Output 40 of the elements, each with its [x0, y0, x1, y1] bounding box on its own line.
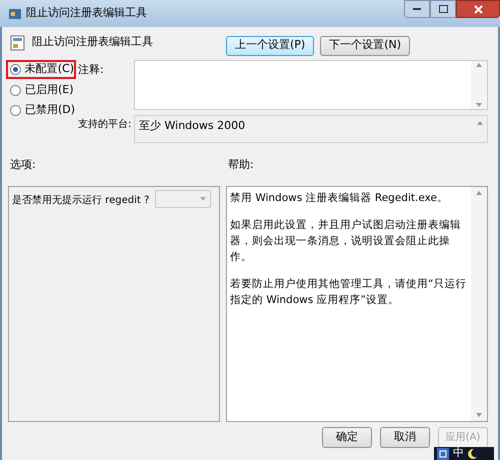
input-method-bar[interactable]: 中 [434, 447, 494, 460]
option-question: 是否禁用无提示运行 regedit ? [12, 194, 150, 208]
close-button[interactable] [456, 0, 500, 18]
radio-button[interactable] [10, 64, 21, 75]
maximize-button[interactable] [430, 0, 456, 18]
moon-icon [468, 448, 477, 458]
platform-label: 支持的平台: [78, 118, 132, 132]
scroll-up-icon[interactable] [477, 121, 483, 125]
policy-title: 阻止访问注册表编辑工具 [32, 34, 153, 50]
help-label: 帮助: [228, 157, 254, 173]
ime-mode-label[interactable]: 中 [453, 445, 464, 460]
registry-icon [8, 6, 22, 20]
policy-icon [10, 34, 26, 50]
radio-button[interactable] [10, 104, 21, 116]
minimize-icon [413, 8, 421, 10]
comment-field[interactable] [134, 60, 488, 110]
scroll-up-icon[interactable] [476, 63, 482, 67]
maximize-icon [438, 5, 448, 13]
scroll-down-icon[interactable] [476, 412, 482, 416]
comment-label: 注释: [78, 62, 105, 78]
dropdown-arrow-icon [200, 196, 206, 200]
nav-button[interactable]: 下一个设置(N) [320, 36, 410, 56]
minimize-button[interactable] [404, 0, 430, 18]
scroll-down-icon[interactable] [476, 103, 482, 107]
radio-label[interactable]: 已启用(E) [25, 82, 74, 98]
scroll-up-icon[interactable] [476, 190, 482, 194]
radio-label[interactable]: 未配置(C) [24, 61, 74, 78]
help-paragraph: 若要防止用户使用其他管理工具，请使用“只运行指定的 Windows 应用程序”设置。 [230, 276, 468, 308]
platform-value: 至少 Windows 2000 [139, 118, 246, 134]
ime-logo-icon [437, 448, 449, 460]
dialog-button[interactable]: 确定 [322, 426, 372, 448]
radio-button[interactable] [10, 84, 21, 96]
options-label: 选项: [10, 157, 37, 173]
help-paragraph: 如果启用此设置，并且用户试图启动注册表编辑器，则会出现一条消息，说明设置会阻止此操作。 [230, 218, 462, 264]
window-title: 阻止访问注册表编辑工具 [26, 5, 147, 22]
close-icon [474, 4, 482, 14]
nav-button[interactable]: 上一个设置(P) [226, 36, 314, 56]
radio-label[interactable]: 已禁用(D) [25, 102, 76, 118]
help-paragraph: 禁用 Windows 注册表编辑器 Regedit.exe。 [230, 190, 449, 206]
dialog-button[interactable]: 取消 [380, 426, 430, 448]
